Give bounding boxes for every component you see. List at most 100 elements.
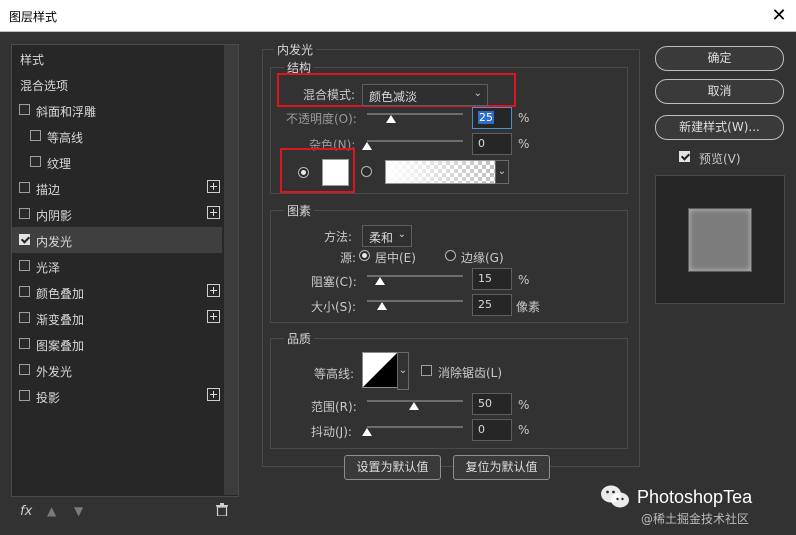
add-plus-icon[interactable]: [207, 310, 220, 323]
style-preview-box: [655, 175, 785, 304]
source-edge-label: 边缘(G): [461, 251, 504, 265]
style-checkbox[interactable]: [19, 182, 30, 193]
style-checkbox[interactable]: [30, 130, 41, 141]
styles-list-item[interactable]: 混合选项: [12, 71, 222, 97]
cancel-button[interactable]: 取消: [655, 79, 784, 104]
add-plus-icon[interactable]: [207, 180, 220, 193]
gradient-radio[interactable]: [361, 166, 372, 177]
range-input[interactable]: 50: [472, 393, 512, 415]
jitter-input[interactable]: 0: [472, 419, 512, 441]
style-checkbox[interactable]: [19, 208, 30, 219]
quality-title: 品质: [284, 330, 315, 347]
style-checkbox[interactable]: [19, 364, 30, 375]
styles-list-item[interactable]: 斜面和浮雕: [12, 97, 222, 123]
contour-preview[interactable]: [362, 352, 398, 388]
watermark-site: @稀土掘金技术社区: [641, 512, 750, 526]
set-default-button[interactable]: 设置为默认值: [344, 455, 441, 480]
opacity-input[interactable]: 25: [472, 107, 512, 129]
jitter-unit: %: [518, 423, 530, 437]
style-checkbox[interactable]: [19, 260, 30, 271]
close-icon[interactable]: ✕: [768, 5, 790, 27]
jitter-slider[interactable]: [367, 426, 463, 428]
glow-color-swatch[interactable]: [322, 159, 349, 186]
noise-slider[interactable]: [367, 140, 463, 142]
antialias-label: 消除锯齿(L): [438, 366, 503, 380]
jitter-label: 抖动(J):: [311, 425, 352, 439]
add-plus-icon[interactable]: [207, 206, 220, 219]
styles-list-item[interactable]: 样式: [12, 45, 222, 71]
jitter-slider-knob[interactable]: [362, 428, 372, 436]
method-label: 方法:: [324, 230, 353, 244]
style-item-label: 内阴影: [36, 209, 73, 223]
opacity-slider[interactable]: [367, 113, 463, 115]
style-checkbox[interactable]: [19, 286, 30, 297]
style-checkbox[interactable]: [30, 156, 41, 167]
trash-icon[interactable]: [216, 503, 228, 516]
method-dropdown[interactable]: 柔和 ⌄: [362, 225, 412, 247]
window-title: 图层样式: [9, 10, 58, 24]
move-down-icon[interactable]: ▼: [74, 504, 83, 518]
title-bar: 图层样式 ✕: [0, 0, 796, 32]
watermark-brand: PhotoshopTea: [637, 487, 753, 507]
style-item-label: 描边: [36, 183, 61, 197]
styles-list-item[interactable]: 纹理: [12, 149, 222, 175]
opacity-slider-knob[interactable]: [386, 115, 396, 123]
style-item-label: 混合选项: [20, 79, 69, 93]
choke-label: 阻塞(C):: [311, 275, 357, 289]
blend-mode-value: 颜色减淡: [369, 90, 418, 104]
style-item-label: 外发光: [36, 365, 73, 379]
method-value: 柔和: [369, 231, 394, 245]
wechat-icon: [601, 485, 629, 508]
style-checkbox[interactable]: [19, 104, 30, 115]
styles-list-item[interactable]: 描边: [12, 175, 222, 201]
new-style-button[interactable]: 新建样式(W)...: [655, 115, 784, 140]
style-checkbox[interactable]: [19, 390, 30, 401]
move-up-icon[interactable]: ▲: [47, 504, 56, 518]
source-center-radio[interactable]: [359, 250, 370, 261]
ok-button[interactable]: 确定: [655, 46, 784, 71]
reset-default-button[interactable]: 复位为默认值: [453, 455, 550, 480]
noise-input[interactable]: 0: [472, 133, 512, 155]
styles-list-item[interactable]: 内阴影: [12, 201, 222, 227]
styles-list-item[interactable]: 颜色叠加: [12, 279, 222, 305]
contour-dropdown-arrow[interactable]: ⌄: [397, 352, 409, 390]
gradient-dropdown-arrow[interactable]: ⌄: [495, 160, 509, 184]
opacity-unit: %: [518, 111, 530, 125]
styles-list-item[interactable]: 投影: [12, 383, 222, 409]
styles-list-item[interactable]: 等高线: [12, 123, 222, 149]
styles-list-item[interactable]: 外发光: [12, 357, 222, 383]
style-item-label: 投影: [36, 391, 61, 405]
styles-list-scrollbar[interactable]: [224, 45, 238, 495]
size-slider-knob[interactable]: [377, 302, 387, 310]
choke-slider-knob[interactable]: [375, 277, 385, 285]
blend-mode-label: 混合模式:: [303, 88, 356, 102]
fx-icon[interactable]: fx: [20, 504, 32, 519]
antialias-checkbox[interactable]: [421, 365, 432, 376]
choke-unit: %: [518, 273, 530, 287]
style-checkbox[interactable]: [19, 312, 30, 323]
add-plus-icon[interactable]: [207, 388, 220, 401]
gradient-swatch[interactable]: [385, 160, 496, 184]
add-plus-icon[interactable]: [207, 284, 220, 297]
blend-mode-dropdown[interactable]: 颜色减淡 ⌄: [362, 84, 488, 106]
size-label: 大小(S):: [311, 300, 357, 314]
styles-list-item[interactable]: 光泽: [12, 253, 222, 279]
style-preview-thumbnail: [688, 208, 752, 272]
style-checkbox[interactable]: [19, 338, 30, 349]
style-item-label: 斜面和浮雕: [36, 105, 97, 119]
style-checkbox[interactable]: [19, 234, 30, 245]
styles-list-item[interactable]: 渐变叠加: [12, 305, 222, 331]
source-label: 源:: [340, 251, 357, 265]
styles-list-item[interactable]: 图案叠加: [12, 331, 222, 357]
noise-slider-knob[interactable]: [362, 142, 372, 150]
style-item-label: 内发光: [36, 235, 73, 249]
solid-color-radio[interactable]: [298, 167, 309, 178]
preview-checkbox[interactable]: [679, 151, 690, 162]
size-input[interactable]: 25: [472, 294, 512, 316]
source-edge-radio[interactable]: [445, 250, 456, 261]
range-slider-knob[interactable]: [409, 402, 419, 410]
choke-input[interactable]: 15: [472, 268, 512, 290]
chevron-down-icon: ⌄: [473, 88, 482, 99]
chevron-down-icon: ⌄: [397, 229, 406, 240]
styles-list-item[interactable]: 内发光: [12, 227, 222, 253]
